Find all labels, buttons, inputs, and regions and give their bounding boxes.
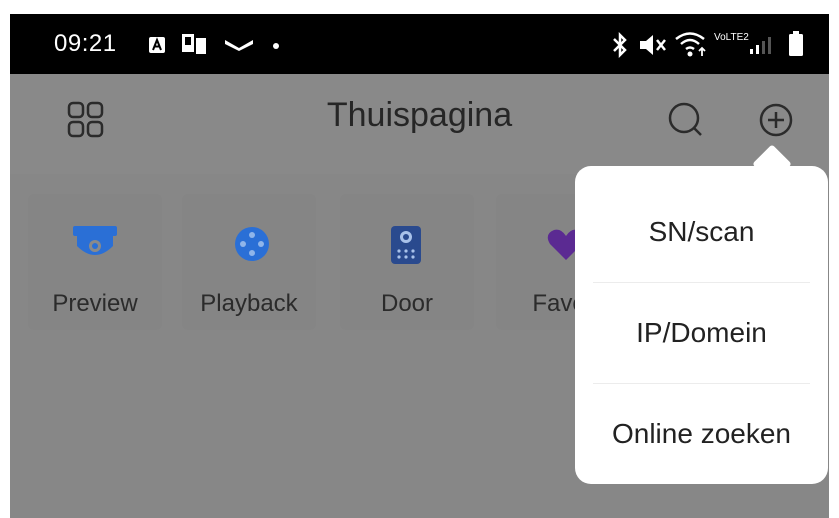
doorbell-icon — [391, 226, 421, 264]
status-time: 09:21 — [54, 30, 117, 57]
quick-access-playback[interactable]: Playback — [182, 194, 316, 330]
notification-a-icon — [149, 37, 165, 53]
mute-icon — [640, 35, 666, 55]
menu-item-sn-scan[interactable]: SN/scan — [575, 182, 828, 282]
add-device-menu: SN/scan IP/Domein Online zoeken — [575, 166, 828, 484]
quick-access-label: Door — [380, 290, 434, 317]
playback-icon — [235, 227, 269, 261]
menu-item-online-search[interactable]: Online zoeken — [575, 384, 828, 484]
cast-icon — [182, 34, 206, 54]
bluetooth-icon — [613, 32, 627, 58]
wifi-icon — [675, 32, 706, 57]
volte-label: VoLTE2 — [714, 32, 749, 43]
quick-access-label: Preview — [52, 290, 138, 317]
app-header: Thuispagina — [10, 74, 829, 174]
more-notifications-dot-icon — [273, 43, 279, 49]
quick-access-preview[interactable]: Preview — [28, 194, 162, 330]
menu-item-ip-domain[interactable]: IP/Domein — [575, 283, 828, 383]
search-button[interactable] — [662, 96, 710, 144]
add-button[interactable] — [752, 96, 800, 144]
add-circle-icon — [759, 103, 793, 137]
battery-icon — [789, 31, 803, 56]
quick-access-label: Playback — [200, 290, 298, 317]
camera-icon — [73, 226, 117, 255]
signal-strength-icon — [750, 37, 771, 54]
quick-access-door[interactable]: Door — [340, 194, 474, 330]
search-icon — [668, 102, 702, 136]
status-bar: 09:21 VoLTE2 — [10, 14, 829, 74]
mail-icon — [225, 40, 253, 51]
